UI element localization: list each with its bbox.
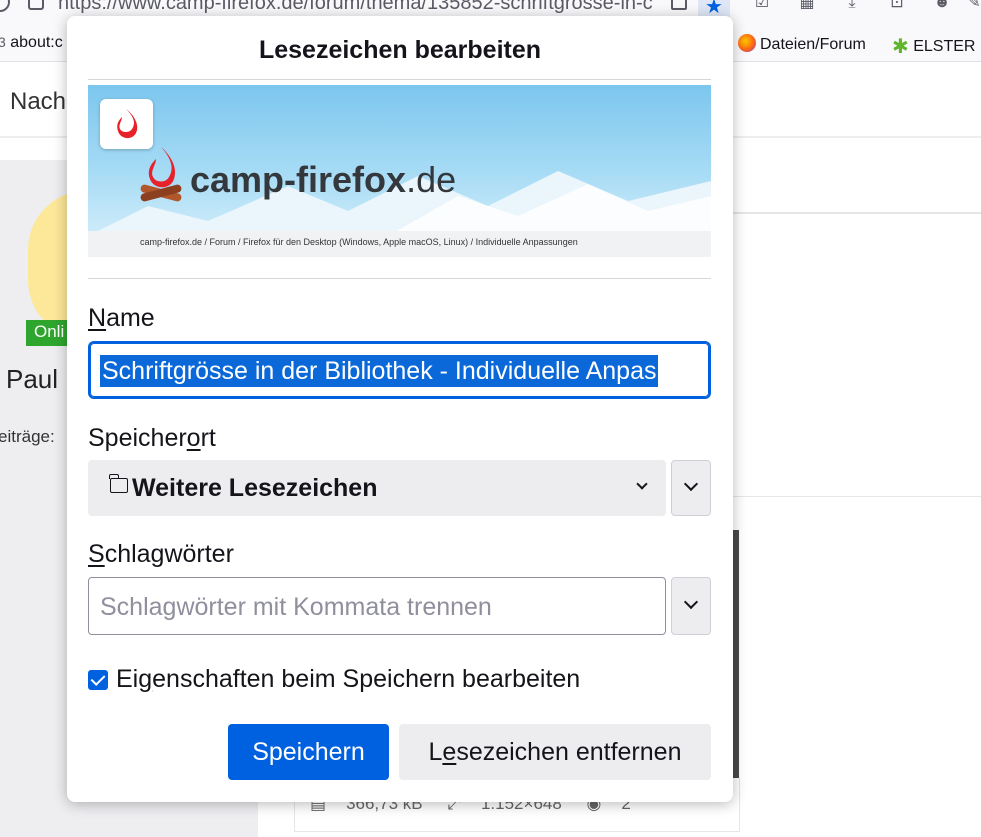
chevron-down-icon	[636, 478, 648, 490]
chevron-down-icon	[683, 594, 699, 610]
divider	[732, 496, 981, 497]
campfire-logo-icon	[136, 145, 186, 212]
tags-label: Schlagwörter	[88, 540, 234, 568]
chevron-down-icon	[683, 476, 699, 492]
bookmark-label: about:c	[10, 34, 63, 51]
edit-on-save-label[interactable]: Eigenschaften beim Speichern bearbeiten	[116, 665, 580, 694]
favicon-icon	[100, 99, 153, 149]
user-name[interactable]: Paul	[6, 364, 58, 395]
save-button[interactable]: Speichern	[228, 724, 389, 780]
page-preview-image: camp-firefox.de camp-firefox.de / Forum …	[88, 85, 711, 276]
name-label: Name	[88, 304, 155, 332]
preview-page-area	[88, 257, 711, 276]
bookmark-item-dateien-forum[interactable]: Dateien/Forum	[738, 34, 866, 54]
tags-placeholder: Schlagwörter mit Kommata trennen	[100, 593, 492, 621]
divider	[732, 212, 981, 214]
name-input[interactable]: Schriftgrösse in der Bibliothek - Indivi…	[88, 341, 711, 399]
folder-select-value: Weitere Lesezeichen	[132, 474, 378, 502]
inbox-icon[interactable]: ⊡	[887, 0, 907, 12]
lock-icon[interactable]	[28, 0, 44, 10]
url-field[interactable]: https://www.camp-firefox.de/forum/thema/…	[58, 0, 653, 15]
preview-breadcrumb: camp-firefox.de / Forum / Firefox für de…	[140, 237, 578, 247]
edit-icon[interactable]: ✎	[964, 0, 981, 12]
edit-on-save-checkbox[interactable]	[88, 670, 108, 690]
folder-select[interactable]: Weitere Lesezeichen	[88, 460, 666, 516]
bookmark-label: Dateien/Forum	[760, 36, 866, 53]
panel-title: Lesezeichen bearbeiten	[258, 36, 542, 64]
expand-tags-button[interactable]	[671, 577, 711, 635]
bookmark-item-about[interactable]: 3 about:c	[0, 34, 63, 52]
account-icon[interactable]: ☻	[932, 0, 952, 12]
edit-bookmark-panel: Lesezeichen bearbeiten camp-firefox.de c…	[67, 16, 733, 802]
bookmark-item-elster[interactable]: ✱ ELSTER	[892, 34, 975, 59]
bookmark-label: ELSTER	[913, 38, 976, 55]
firefox-icon	[738, 34, 756, 52]
page-icon: 3	[0, 34, 6, 50]
extension-icon[interactable]: ▦	[797, 0, 817, 12]
nav-label[interactable]: Nach	[10, 88, 66, 116]
folder-icon	[109, 474, 128, 493]
elster-star-icon: ✱	[892, 36, 909, 58]
preview-breadcrumb-bar: camp-firefox.de / Forum / Firefox für de…	[88, 231, 711, 257]
tags-input[interactable]: Schlagwörter mit Kommata trennen	[88, 577, 666, 635]
preview-separator	[88, 278, 711, 279]
preview-site-name: camp-firefox.de	[190, 159, 457, 200]
expand-folder-tree-button[interactable]	[671, 460, 711, 516]
shield-check-icon[interactable]: ☑	[752, 0, 772, 12]
location-label: Speicherort	[88, 424, 216, 452]
title-separator	[88, 79, 711, 80]
name-value-selected[interactable]: Schriftgrösse in der Bibliothek - Indivi…	[100, 355, 659, 387]
site-info-icon[interactable]	[0, 0, 10, 12]
reader-view-icon[interactable]	[671, 0, 687, 10]
download-icon[interactable]: ⤓	[842, 0, 862, 12]
posts-label: eiträge:	[0, 427, 55, 446]
remove-bookmark-button[interactable]: Lesezeichen entfernen	[399, 724, 711, 780]
